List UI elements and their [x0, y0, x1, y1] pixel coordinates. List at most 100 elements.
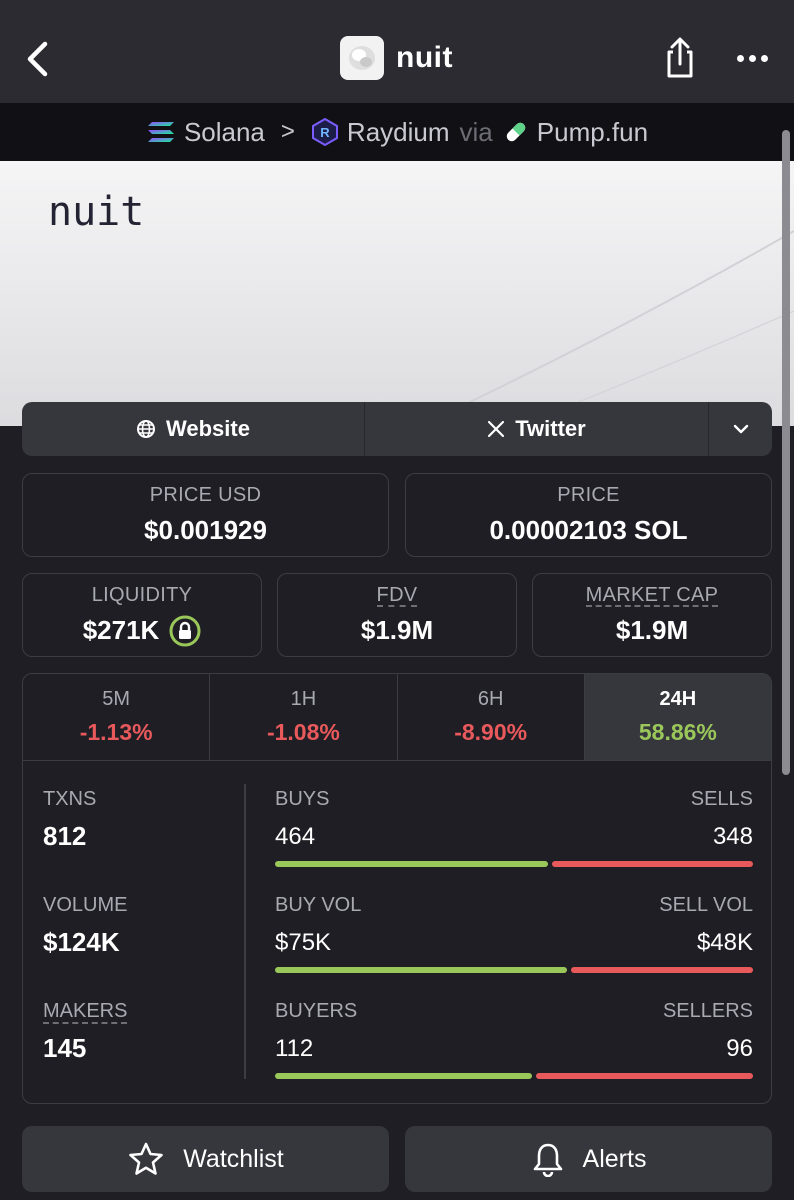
- sell-bar: [570, 967, 753, 973]
- bell-icon: [533, 1143, 562, 1177]
- token-header: nuit: [340, 36, 453, 80]
- activity-panel: 5M -1.13% 1H -1.08% 6H -8.90% 24H 58.86%…: [22, 673, 772, 1104]
- chevron-down-icon: [733, 424, 748, 434]
- price-change: 58.86%: [638, 719, 717, 745]
- sell-bar: [551, 861, 753, 867]
- txns-value: 812: [43, 821, 87, 851]
- makers-stat[interactable]: MAKERS 145: [43, 1000, 128, 1064]
- breadcrumb-launchpad[interactable]: Pump.fun: [503, 117, 648, 148]
- sellers-value: 96: [726, 1035, 753, 1062]
- x-logo-icon: [488, 420, 505, 438]
- top-app-bar: nuit: [0, 0, 794, 103]
- svg-text:R: R: [320, 125, 330, 140]
- website-label: Website: [166, 416, 250, 441]
- raydium-icon: R: [311, 117, 338, 147]
- tab-6h[interactable]: 6H -8.90%: [398, 674, 585, 760]
- breadcrumb-dex[interactable]: R Raydium: [311, 117, 450, 148]
- tab-1h[interactable]: 1H -1.08%: [210, 674, 398, 760]
- lock-icon[interactable]: [169, 615, 201, 647]
- dex-label: Raydium: [346, 116, 450, 147]
- solana-icon: [147, 122, 174, 142]
- tab-label: 6H: [477, 688, 504, 710]
- buys-sells-ratio: BUYS SELLS 464 348: [275, 788, 753, 868]
- makers-value: 145: [43, 1033, 87, 1063]
- buy-bar: [275, 1073, 533, 1079]
- buys-value: 464: [275, 823, 316, 850]
- price-native-value: 0.00002103 SOL: [489, 515, 688, 545]
- banner-text: nuit: [48, 189, 145, 235]
- watchlist-label: Watchlist: [183, 1144, 284, 1173]
- market-cap-card[interactable]: MARKET CAP $1.9M: [532, 573, 772, 657]
- links-expand-button[interactable]: [709, 402, 772, 456]
- alerts-label: Alerts: [582, 1144, 647, 1173]
- liquidity-label: LIQUIDITY: [91, 583, 193, 606]
- price-change: -8.90%: [454, 719, 528, 745]
- timeframe-tabs: 5M -1.13% 1H -1.08% 6H -8.90% 24H 58.86%: [23, 674, 771, 761]
- breadcrumb-chain[interactable]: Solana: [146, 117, 265, 148]
- buy-bar: [275, 967, 567, 973]
- price-usd-card: PRICE USD $0.001929: [22, 473, 389, 557]
- buyers-label: BUYERS: [275, 1000, 358, 1022]
- buy-bar: [275, 861, 548, 867]
- ratio-bar: [275, 861, 753, 867]
- buys-label: BUYS: [275, 788, 330, 810]
- tab-5m[interactable]: 5M -1.13%: [23, 674, 211, 760]
- sells-value: 348: [712, 823, 753, 850]
- buy-sell-volume-ratio: BUY VOL SELL VOL $75K $48K: [275, 894, 753, 974]
- sell-bar: [536, 1073, 753, 1079]
- token-avatar: [340, 36, 384, 80]
- liquidity-value-row: $271K: [83, 615, 202, 647]
- liquidity-value: $271K: [82, 615, 160, 645]
- tab-label: 1H: [290, 688, 317, 710]
- volume-value: $124K: [43, 927, 120, 957]
- txns-stat: TXNS 812: [43, 788, 96, 852]
- ratio-bar: [275, 967, 753, 973]
- scrollbar[interactable]: [782, 130, 790, 775]
- activity-totals: TXNS 812 VOLUME $124K MAKERS 145: [23, 762, 245, 1103]
- page-title: nuit: [396, 41, 453, 74]
- buy-vol-label: BUY VOL: [275, 894, 362, 916]
- website-button[interactable]: Website: [22, 402, 365, 456]
- sells-label: SELLS: [690, 788, 753, 810]
- share-icon: [667, 37, 693, 78]
- twitter-button[interactable]: Twitter: [365, 402, 709, 456]
- sell-vol-label: SELL VOL: [659, 894, 753, 916]
- buyers-value: 112: [275, 1035, 314, 1062]
- ratio-bar: [275, 1073, 753, 1079]
- sellers-label: SELLERS: [662, 1000, 753, 1022]
- dot-icon: [748, 54, 756, 62]
- liquidity-card: LIQUIDITY $271K: [22, 573, 262, 657]
- pill-icon: [506, 122, 526, 142]
- dot-icon: [760, 54, 768, 62]
- volume-stat: VOLUME $124K: [43, 894, 127, 958]
- token-logo-icon: [349, 46, 375, 70]
- tab-label: 5M: [102, 688, 131, 710]
- fdv-card[interactable]: FDV $1.9M: [277, 573, 517, 657]
- divider: [244, 784, 246, 1079]
- watchlist-button[interactable]: Watchlist: [22, 1126, 389, 1192]
- market-cap-label: MARKET CAP: [585, 583, 719, 607]
- breadcrumb: Solana > R Raydium via Pump.fun: [0, 103, 794, 161]
- market-cap-value: $1.9M: [615, 614, 689, 645]
- price-change: -1.13%: [79, 719, 153, 745]
- price-native-label: PRICE: [557, 484, 620, 506]
- volume-label: VOLUME: [43, 894, 128, 916]
- buyers-sellers-ratio: BUYERS SELLERS 112 96: [275, 1000, 753, 1080]
- txns-label: TXNS: [43, 788, 97, 810]
- sell-vol-value: $48K: [696, 929, 753, 956]
- share-button[interactable]: [660, 36, 700, 80]
- globe-icon: [137, 420, 156, 438]
- dot-icon: [736, 54, 744, 62]
- price-native-card: PRICE 0.00002103 SOL: [405, 473, 772, 557]
- back-button[interactable]: [18, 34, 58, 84]
- alerts-button[interactable]: Alerts: [405, 1126, 772, 1192]
- price-usd-value: $0.001929: [144, 515, 267, 545]
- chain-label: Solana: [183, 116, 265, 147]
- tab-24h[interactable]: 24H 58.86%: [584, 674, 771, 760]
- twitter-label: Twitter: [515, 416, 586, 441]
- breadcrumb-separator: >: [280, 118, 295, 145]
- more-options-button[interactable]: [730, 44, 774, 72]
- via-label: via: [459, 116, 493, 147]
- makers-label: MAKERS: [43, 1000, 128, 1024]
- fdv-label: FDV: [376, 583, 418, 607]
